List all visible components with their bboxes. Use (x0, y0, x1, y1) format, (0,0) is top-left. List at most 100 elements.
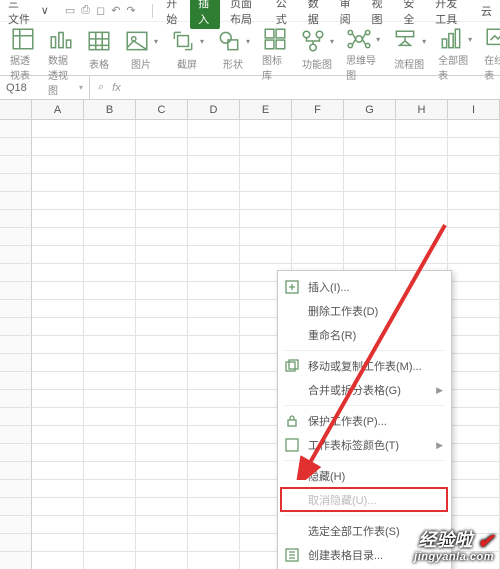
cell[interactable] (448, 120, 500, 138)
cell[interactable] (32, 210, 84, 228)
cell[interactable] (188, 264, 240, 282)
cell[interactable] (84, 426, 136, 444)
row-header[interactable] (0, 300, 32, 318)
cell[interactable] (84, 552, 136, 569)
cell[interactable] (396, 138, 448, 156)
cell[interactable] (448, 462, 500, 480)
cell[interactable] (136, 372, 188, 390)
cell[interactable] (292, 174, 344, 192)
cell[interactable] (292, 192, 344, 210)
cell[interactable] (136, 480, 188, 498)
cell[interactable] (136, 138, 188, 156)
cell[interactable] (32, 300, 84, 318)
ctx-insert-sheet[interactable]: 插入(I)... (278, 275, 451, 299)
cell[interactable] (396, 210, 448, 228)
row-header[interactable] (0, 120, 32, 138)
cell[interactable] (448, 138, 500, 156)
dropdown-icon[interactable]: ▾ (246, 37, 250, 46)
cell[interactable] (136, 318, 188, 336)
cell[interactable] (188, 336, 240, 354)
row-header[interactable] (0, 174, 32, 192)
dropdown-icon[interactable]: ▾ (200, 37, 204, 46)
cell[interactable] (32, 318, 84, 336)
ctx-delete-sheet[interactable]: 删除工作表(D) (278, 299, 451, 323)
cell[interactable] (448, 408, 500, 426)
cell[interactable] (448, 156, 500, 174)
icon-library-icon[interactable] (262, 26, 288, 52)
cell[interactable] (396, 174, 448, 192)
cell[interactable] (448, 246, 500, 264)
cell[interactable] (32, 390, 84, 408)
cell[interactable] (84, 336, 136, 354)
cell[interactable] (84, 138, 136, 156)
redo-icon[interactable]: ↷ (126, 4, 135, 17)
row-header[interactable] (0, 228, 32, 246)
column-header[interactable]: E (240, 100, 292, 119)
cell[interactable] (32, 174, 84, 192)
cell[interactable] (84, 516, 136, 534)
cell[interactable] (188, 192, 240, 210)
cell[interactable] (84, 156, 136, 174)
shapes-icon[interactable] (216, 28, 242, 54)
cell[interactable] (188, 390, 240, 408)
row-header[interactable] (0, 444, 32, 462)
cell[interactable] (240, 138, 292, 156)
row-header[interactable] (0, 552, 32, 569)
cell[interactable] (188, 120, 240, 138)
dropdown-icon[interactable]: ▾ (330, 37, 334, 46)
row-header[interactable] (0, 264, 32, 282)
cell[interactable] (32, 426, 84, 444)
pivot-table-icon[interactable] (10, 26, 36, 52)
cell[interactable] (32, 354, 84, 372)
ctx-protect-sheet[interactable]: 保护工作表(P)... (278, 409, 451, 433)
flowchart-icon[interactable] (392, 28, 418, 54)
cell[interactable] (448, 192, 500, 210)
all-charts-icon[interactable] (438, 26, 464, 52)
dropdown-icon[interactable]: ▾ (468, 35, 472, 44)
row-header[interactable] (0, 498, 32, 516)
row-header[interactable] (0, 318, 32, 336)
cell[interactable] (136, 516, 188, 534)
cell[interactable] (136, 300, 188, 318)
cell[interactable] (448, 264, 500, 282)
column-header[interactable]: I (448, 100, 500, 119)
cell[interactable] (84, 498, 136, 516)
cell[interactable] (344, 228, 396, 246)
cell[interactable] (136, 228, 188, 246)
cell[interactable] (292, 120, 344, 138)
cell[interactable] (188, 228, 240, 246)
cell[interactable] (136, 192, 188, 210)
cell[interactable] (188, 426, 240, 444)
row-header[interactable] (0, 516, 32, 534)
cell[interactable] (396, 120, 448, 138)
column-header[interactable]: D (188, 100, 240, 119)
ctx-tab-color[interactable]: 工作表标签颜色(T) ▶ (278, 433, 451, 457)
cell[interactable] (240, 192, 292, 210)
cell[interactable] (136, 246, 188, 264)
cell[interactable] (240, 210, 292, 228)
smartart-icon[interactable] (300, 28, 326, 54)
dropdown-icon[interactable]: ▾ (422, 37, 426, 46)
cell[interactable] (240, 246, 292, 264)
cell[interactable] (240, 120, 292, 138)
cell[interactable] (240, 156, 292, 174)
cell[interactable] (136, 336, 188, 354)
row-header[interactable] (0, 138, 32, 156)
cell[interactable] (292, 156, 344, 174)
dropdown-icon[interactable]: ▾ (154, 37, 158, 46)
row-header[interactable] (0, 462, 32, 480)
cell[interactable] (32, 480, 84, 498)
cell[interactable] (396, 192, 448, 210)
cell[interactable] (32, 264, 84, 282)
cell[interactable] (448, 282, 500, 300)
row-header[interactable] (0, 192, 32, 210)
cell[interactable] (84, 534, 136, 552)
cell[interactable] (188, 498, 240, 516)
cell[interactable] (344, 120, 396, 138)
cell[interactable] (448, 228, 500, 246)
pivot-chart-icon[interactable] (48, 26, 74, 52)
cell[interactable] (136, 210, 188, 228)
ctx-hide-sheet[interactable]: 隐藏(H) (278, 464, 451, 488)
cell[interactable] (32, 138, 84, 156)
cell[interactable] (136, 354, 188, 372)
